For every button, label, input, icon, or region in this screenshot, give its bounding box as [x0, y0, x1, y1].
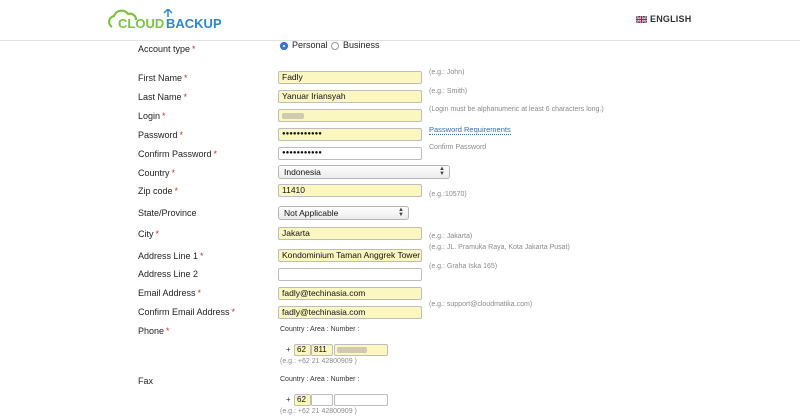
first-name-label: First Name * — [138, 73, 188, 83]
business-radio[interactable] — [331, 42, 339, 50]
fax-plus: + — [286, 395, 291, 404]
phone-columns-label: Country : Area : Number : — [280, 326, 360, 333]
select-arrows-icon: ▲ ▼ — [398, 207, 404, 218]
city-hint: (e.g.: Jakarta) — [429, 233, 473, 240]
confirm-email-hint: (e.g.: support@cloudmatika.com) — [429, 301, 533, 308]
phone-country-input[interactable]: 62 — [294, 344, 311, 356]
login-hint: (Login must be alphanumeric at least 6 c… — [429, 106, 604, 113]
address-line-2-label: Address Line 2 — [138, 269, 199, 279]
country-label: Country * — [138, 168, 176, 178]
confirm-password-input[interactable]: ●●●●●●●●●●● — [278, 147, 422, 160]
language-label: ENGLISH — [650, 14, 692, 24]
select-arrows-icon: ▲ ▼ — [439, 166, 445, 177]
business-radio-label[interactable]: Business — [343, 40, 380, 50]
phone-label: Phone * — [138, 326, 170, 336]
last-name-label: Last Name * — [138, 92, 188, 102]
address-line-1-input[interactable]: Kondominium Taman Anggrek Tower — [278, 249, 422, 262]
confirm-password-hint: Confirm Password — [429, 144, 487, 151]
zip-code-label: Zip code * — [138, 186, 179, 196]
email-label: Email Address * — [138, 288, 202, 298]
zip-code-hint: (e.g.:10570) — [429, 191, 467, 198]
state-province-label: State/Province — [138, 208, 197, 218]
fax-number-input[interactable] — [334, 394, 388, 406]
fax-country-input[interactable]: 62 — [294, 394, 311, 406]
logo-text-left: CLOUD — [118, 16, 164, 31]
first-name-input[interactable]: Fadly — [278, 71, 422, 84]
language-selector[interactable]: ENGLISH — [636, 14, 691, 24]
fax-example: (e.g.: +62 21 42800909 ) — [280, 408, 357, 415]
last-name-hint: (e.g.: Smith) — [429, 88, 468, 95]
first-name-hint: (e.g.: John) — [429, 69, 465, 76]
state-province-value: Not Applicable — [284, 208, 339, 218]
confirm-email-label: Confirm Email Address * — [138, 307, 236, 317]
cloud-logo-icon: CLOUD BACKUP — [108, 9, 222, 31]
confirm-password-label: Confirm Password * — [138, 149, 218, 159]
login-label: Login * — [138, 111, 166, 121]
email-input[interactable]: fadly@techinasia.com — [278, 287, 422, 300]
top-header: CLOUD BACKUP ENGLISH — [0, 0, 800, 41]
login-input[interactable] — [278, 109, 422, 122]
phone-example: (e.g.: +62 21 42800909 ) — [280, 358, 357, 365]
account-type-label: Account type * — [138, 44, 196, 54]
country-value: Indonesia — [284, 167, 321, 177]
personal-radio-label[interactable]: Personal — [292, 40, 328, 50]
phone-plus: + — [286, 345, 291, 354]
address-line-2-hint: (e.g.: Graha Iska 165) — [429, 263, 498, 270]
password-input[interactable]: ●●●●●●●●●●● — [278, 128, 422, 141]
address-line-1-hint: (e.g.: JL. Pramuka Raya, Kota Jakarta Pu… — [429, 244, 570, 251]
city-input[interactable]: Jakarta — [278, 227, 422, 240]
address-line-2-input[interactable] — [278, 268, 422, 281]
password-requirements-link[interactable]: Password Requirements — [429, 125, 511, 135]
address-line-1-label: Address Line 1 * — [138, 251, 204, 261]
personal-radio[interactable] — [280, 42, 288, 50]
fax-columns-label: Country : Area : Number : — [280, 376, 360, 383]
logo-text-right: BACKUP — [166, 16, 222, 31]
uk-flag-icon — [636, 15, 647, 23]
redacted-text — [282, 112, 304, 119]
confirm-email-input[interactable]: fadly@techinasia.com — [278, 306, 422, 319]
state-province-select[interactable]: Not Applicable ▲ ▼ — [278, 206, 409, 220]
fax-label: Fax — [138, 376, 154, 386]
city-label: City * — [138, 229, 160, 239]
redacted-text — [337, 346, 367, 353]
country-select[interactable]: Indonesia ▲ ▼ — [278, 165, 450, 179]
password-label: Password * — [138, 130, 184, 140]
cloud-backup-logo[interactable]: CLOUD BACKUP — [106, 9, 224, 33]
last-name-input[interactable]: Yanuar Iriansyah — [278, 90, 422, 103]
fax-area-input[interactable] — [311, 394, 333, 406]
phone-area-input[interactable]: 811 — [311, 344, 333, 356]
zip-code-input[interactable]: 11410 — [278, 184, 422, 197]
phone-number-input[interactable] — [334, 344, 388, 356]
